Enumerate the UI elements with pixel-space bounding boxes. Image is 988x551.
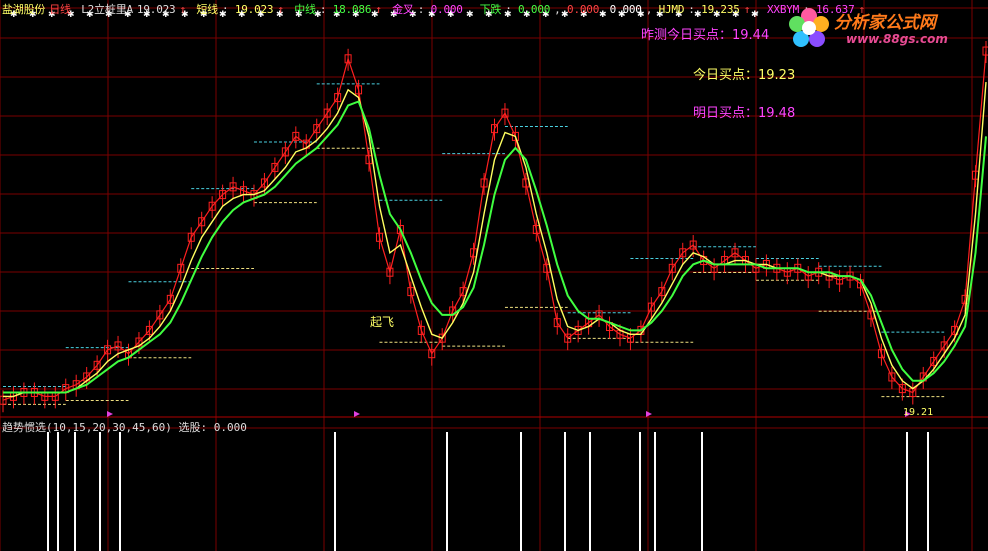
period: 日线 xyxy=(49,3,71,16)
pick-label: 选股 xyxy=(178,421,201,434)
kline-series xyxy=(0,41,988,413)
golden-label: 金叉 xyxy=(392,3,414,16)
flower-icon xyxy=(789,8,829,47)
signal-marker xyxy=(354,411,360,417)
mid-label: 中线 xyxy=(294,3,316,16)
stock-name: 盐湖股份 xyxy=(2,3,46,16)
today-buy-point: 今日买点：19.23 xyxy=(693,68,796,83)
stock-chart[interactable]: ✱ ✱ ✱ ✱ ✱ ✱ ✱ ✱ ✱ ✱ ✱ ✱ ✱ ✱ ✱ ✱ ✱ ✱ ✱ ✱ ✱ ✱ ✱ ✱ ✱ ✱ ✱ ✱ ✱ ✱ ✱ ✱ ✱ ✱ ✱ ✱ ✱ ✱ ✱ ✱ xyxy=(0,0,988,551)
site-logo: 分析家公式网 www.88gs.com xyxy=(786,4,982,54)
sub-indicator-name: 趋势惯选(10,15,20,30,45,60) xyxy=(2,421,172,434)
short-value: 19.023 xyxy=(234,3,274,16)
logo-name: 分析家公式网 xyxy=(834,13,936,33)
mid-line xyxy=(3,100,987,394)
hjmd-value: 19.235 xyxy=(701,3,740,16)
indicator-price: 19.023 xyxy=(136,3,176,16)
sub-panel-header: 趋势惯选(10,15,20,30,45,60) 选股: 0.000 xyxy=(2,421,247,434)
mid-value: 18.086 xyxy=(332,3,372,16)
down-label: 下跌 xyxy=(479,3,502,16)
kline-line xyxy=(2,50,987,401)
yesterday-buy-point: 昨测今日买点：19.44 xyxy=(641,28,770,43)
indicator-name: L2立桩里A xyxy=(81,3,133,16)
signal-marker xyxy=(646,411,652,417)
tomorrow-buy-point: 明日买点：19.48 xyxy=(693,106,796,121)
red-value: 0.000 xyxy=(567,3,600,16)
signal-marker xyxy=(107,411,113,417)
moving-average-lines xyxy=(2,50,987,401)
logo-url: www.88gs.com xyxy=(846,32,948,46)
short-label: 短线 xyxy=(196,3,218,16)
hjmd-label: HJMD xyxy=(658,3,685,16)
down-value: 0.000 xyxy=(518,3,551,16)
pick-value: 0.000 xyxy=(213,421,247,434)
sub-panel xyxy=(47,432,929,551)
golden-value: 0.000 xyxy=(430,3,463,16)
takeoff-label: 起飞 xyxy=(370,315,395,329)
white-value: 0.000 xyxy=(609,3,642,16)
low-price-label: 19.21 xyxy=(903,407,934,418)
indicator-header: 盐湖股份 日线 L2立桩里A 19.023 ↑ 短线: 19.023 ↑ 中线: 18.… xyxy=(2,3,865,16)
